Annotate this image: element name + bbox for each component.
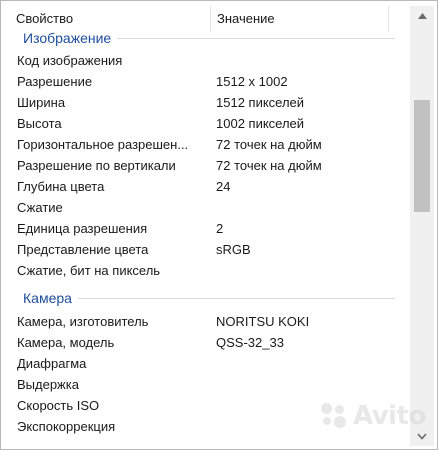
property-row[interactable]: Код изображения bbox=[1, 50, 401, 71]
group-title: Камера bbox=[23, 288, 78, 308]
property-name: Ширина bbox=[17, 95, 66, 110]
property-name: Камера, модель bbox=[17, 335, 115, 350]
property-row[interactable]: Разрешение по вертикали 72 точек на дюйм bbox=[1, 155, 401, 176]
property-name: Выдержка bbox=[17, 377, 79, 392]
scrollbar-track[interactable] bbox=[410, 26, 434, 426]
property-row[interactable]: Разрешение 1512 x 1002 bbox=[1, 71, 401, 92]
property-name: Код изображения bbox=[17, 53, 123, 68]
property-value: 24 bbox=[216, 179, 231, 194]
property-name: Скорость ISO bbox=[17, 398, 100, 413]
property-name: Глубина цвета bbox=[17, 179, 105, 194]
property-row[interactable]: Выдержка bbox=[1, 374, 401, 395]
property-name: Разрешение по вертикали bbox=[17, 158, 176, 173]
property-row[interactable]: Камера, модель QSS-32_33 bbox=[1, 332, 401, 353]
scrollbar-thumb[interactable] bbox=[414, 100, 430, 212]
property-name: Разрешение bbox=[17, 74, 93, 89]
group-divider bbox=[23, 298, 395, 299]
property-row[interactable]: Представление цвета sRGB bbox=[1, 239, 401, 260]
scroll-up-icon[interactable] bbox=[410, 6, 434, 26]
vertical-scrollbar[interactable] bbox=[410, 6, 434, 446]
avito-watermark: Avito bbox=[319, 396, 426, 436]
property-value: 72 точек на дюйм bbox=[216, 158, 322, 173]
property-name: Диафрагма bbox=[17, 356, 87, 371]
property-name: Высота bbox=[17, 116, 62, 131]
property-row[interactable]: Единица разрешения 2 bbox=[1, 218, 401, 239]
property-name: Единица разрешения bbox=[17, 221, 148, 236]
property-row[interactable]: Высота 1002 пикселей bbox=[1, 113, 401, 134]
group-image-header[interactable]: Изображение bbox=[1, 28, 401, 48]
property-value: NORITSU KOKI bbox=[216, 314, 310, 329]
group-title: Изображение bbox=[23, 28, 118, 48]
property-name: Камера, изготовитель bbox=[17, 314, 149, 329]
property-row[interactable]: Сжатие, бит на пиксель bbox=[1, 260, 401, 281]
property-value: QSS-32_33 bbox=[216, 335, 284, 350]
property-row[interactable]: Камера, изготовитель NORITSU KOKI bbox=[1, 311, 401, 332]
property-value: 2 bbox=[216, 221, 224, 236]
property-name: Экспокоррекция bbox=[17, 419, 116, 434]
watermark-text: Avito bbox=[353, 401, 426, 431]
property-row[interactable]: Горизонтальное разрешен... 72 точек на д… bbox=[1, 134, 401, 155]
property-name: Представление цвета bbox=[17, 242, 149, 257]
property-name: Сжатие bbox=[17, 200, 63, 215]
property-name: Сжатие, бит на пиксель bbox=[17, 263, 161, 278]
property-row[interactable]: Ширина 1512 пикселей bbox=[1, 92, 401, 113]
property-value: 1512 x 1002 bbox=[216, 74, 288, 89]
properties-panel: Свойство Значение Изображение Код изобра… bbox=[0, 0, 438, 450]
property-row[interactable]: Глубина цвета 24 bbox=[1, 176, 401, 197]
group-camera-header[interactable]: Камера bbox=[1, 288, 401, 308]
property-value: 1002 пикселей bbox=[216, 116, 305, 131]
property-value: 1512 пикселей bbox=[216, 95, 305, 110]
property-value: 72 точек на дюйм bbox=[216, 137, 322, 152]
property-row[interactable]: Диафрагма bbox=[1, 353, 401, 374]
property-row[interactable]: Сжатие bbox=[1, 197, 401, 218]
avito-logo-icon bbox=[319, 401, 349, 431]
property-name: Горизонтальное разрешен... bbox=[17, 137, 189, 152]
property-value: sRGB bbox=[216, 242, 251, 257]
